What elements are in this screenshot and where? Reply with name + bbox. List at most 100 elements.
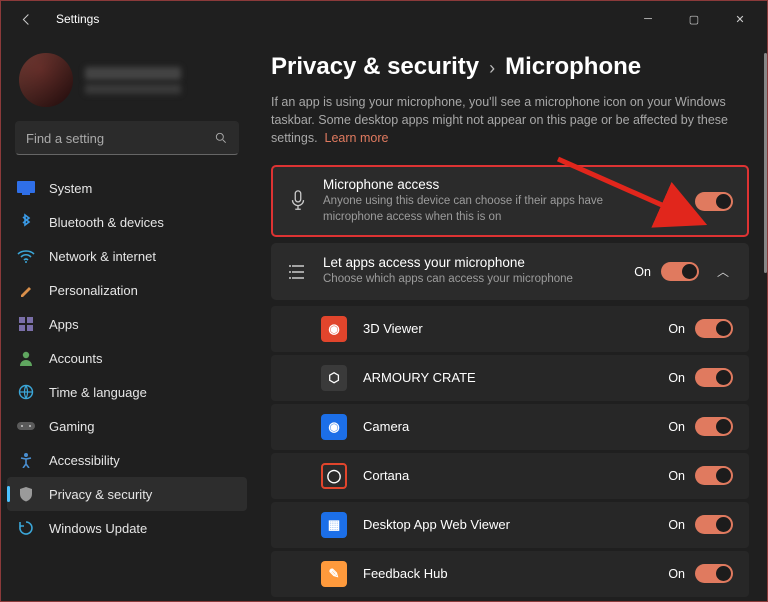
app-name-label: Feedback Hub (363, 566, 652, 581)
app-row[interactable]: ⬡ ARMOURY CRATE On (271, 355, 749, 401)
app-toggle[interactable] (695, 515, 733, 534)
app-icon: ◉ (321, 414, 347, 440)
person-icon (17, 349, 35, 367)
shield-icon (17, 485, 35, 503)
app-icon: ✎ (321, 561, 347, 587)
search-icon (214, 131, 228, 145)
sidebar-item-label: Privacy & security (49, 487, 152, 502)
profile-block[interactable] (1, 43, 253, 121)
microphone-icon (287, 190, 309, 212)
app-name-label: Cortana (363, 468, 652, 483)
profile-email-redacted (85, 84, 181, 94)
sidebar-item-bluetooth[interactable]: Bluetooth & devices (7, 205, 247, 239)
sidebar-item-time-language[interactable]: Time & language (7, 375, 247, 409)
sidebar-item-label: Windows Update (49, 521, 147, 536)
app-row[interactable]: ◉ 3D Viewer On (271, 306, 749, 352)
sidebar-item-personalization[interactable]: Personalization (7, 273, 247, 307)
sidebar-item-accounts[interactable]: Accounts (7, 341, 247, 375)
app-icon: ▦ (321, 512, 347, 538)
sidebar-item-privacy-security[interactable]: Privacy & security (7, 477, 247, 511)
search-input[interactable]: Find a setting (15, 121, 239, 155)
microphone-access-card[interactable]: Microphone access Anyone using this devi… (271, 165, 749, 237)
sidebar-item-network[interactable]: Network & internet (7, 239, 247, 273)
sidebar-item-accessibility[interactable]: Accessibility (7, 443, 247, 477)
window-controls: ─ ▢ ✕ (625, 4, 763, 34)
sidebar: Find a setting System Bluetooth & device… (1, 37, 253, 601)
sidebar-item-label: Gaming (49, 419, 95, 434)
intro-text: If an app is using your microphone, you'… (271, 93, 749, 147)
minimize-button[interactable]: ─ (625, 4, 671, 34)
sidebar-item-label: Apps (49, 317, 79, 332)
app-toggle[interactable] (695, 368, 733, 387)
app-list: ◉ 3D Viewer On ⬡ ARMOURY CRATE On ◉ Camera On ◯ Co… (271, 306, 749, 597)
card-subtitle: Choose which apps can access your microp… (323, 272, 620, 288)
let-apps-access-card[interactable]: Let apps access your microphone Choose w… (271, 243, 749, 300)
app-toggle[interactable] (695, 319, 733, 338)
search-placeholder: Find a setting (26, 131, 104, 146)
breadcrumb: Privacy & security › Microphone (271, 53, 749, 81)
toggle-state-label: On (668, 420, 685, 434)
sidebar-item-apps[interactable]: Apps (7, 307, 247, 341)
maximize-button[interactable]: ▢ (671, 4, 717, 34)
breadcrumb-parent[interactable]: Privacy & security (271, 53, 479, 81)
profile-name-redacted (85, 67, 181, 80)
app-icon: ⬡ (321, 365, 347, 391)
app-row[interactable]: ▦ Desktop App Web Viewer On (271, 502, 749, 548)
list-icon (287, 264, 309, 280)
globe-icon (17, 383, 35, 401)
toggle-state-label: On (668, 194, 685, 208)
avatar (19, 53, 73, 107)
chevron-right-icon: › (489, 58, 495, 79)
card-subtitle: Anyone using this device can choose if t… (323, 194, 654, 225)
update-icon (17, 519, 35, 537)
app-icon: ◯ (321, 463, 347, 489)
apps-icon (17, 315, 35, 333)
microphone-access-toggle[interactable] (695, 192, 733, 211)
app-toggle[interactable] (695, 417, 733, 436)
toggle-state-label: On (668, 469, 685, 483)
gaming-icon (17, 417, 35, 435)
toggle-state-label: On (668, 371, 685, 385)
toggle-state-label: On (634, 265, 651, 279)
app-row[interactable]: ◯ Cortana On (271, 453, 749, 499)
titlebar: Settings ─ ▢ ✕ (1, 1, 767, 37)
chevron-up-icon[interactable]: ︿ (709, 263, 733, 280)
sidebar-item-label: Network & internet (49, 249, 156, 264)
app-row[interactable]: ✎ Feedback Hub On (271, 551, 749, 597)
let-apps-access-toggle[interactable] (661, 262, 699, 281)
app-row[interactable]: ◉ Camera On (271, 404, 749, 450)
scrollbar[interactable] (764, 53, 767, 273)
system-icon (17, 179, 35, 197)
app-icon: ◉ (321, 316, 347, 342)
nav-list: System Bluetooth & devices Network & int… (1, 165, 253, 551)
breadcrumb-current: Microphone (505, 53, 641, 81)
brush-icon (17, 281, 35, 299)
sidebar-item-label: Time & language (49, 385, 147, 400)
app-name-label: 3D Viewer (363, 321, 652, 336)
app-name-label: Desktop App Web Viewer (363, 517, 652, 532)
back-button[interactable] (19, 12, 34, 27)
sidebar-item-label: System (49, 181, 92, 196)
toggle-state-label: On (668, 518, 685, 532)
close-button[interactable]: ✕ (717, 4, 763, 34)
sidebar-item-windows-update[interactable]: Windows Update (7, 511, 247, 545)
app-name-label: Camera (363, 419, 652, 434)
card-title: Microphone access (323, 177, 654, 192)
accessibility-icon (17, 451, 35, 469)
bluetooth-icon (17, 213, 35, 231)
app-title: Settings (56, 12, 99, 26)
sidebar-item-system[interactable]: System (7, 171, 247, 205)
app-toggle[interactable] (695, 564, 733, 583)
app-toggle[interactable] (695, 466, 733, 485)
sidebar-item-label: Personalization (49, 283, 138, 298)
main-content: Privacy & security › Microphone If an ap… (253, 37, 767, 601)
card-title: Let apps access your microphone (323, 255, 620, 270)
toggle-state-label: On (668, 567, 685, 581)
app-name-label: ARMOURY CRATE (363, 370, 652, 385)
sidebar-item-label: Bluetooth & devices (49, 215, 164, 230)
wifi-icon (17, 247, 35, 265)
sidebar-item-label: Accessibility (49, 453, 120, 468)
learn-more-link[interactable]: Learn more (325, 131, 389, 145)
toggle-state-label: On (668, 322, 685, 336)
sidebar-item-gaming[interactable]: Gaming (7, 409, 247, 443)
